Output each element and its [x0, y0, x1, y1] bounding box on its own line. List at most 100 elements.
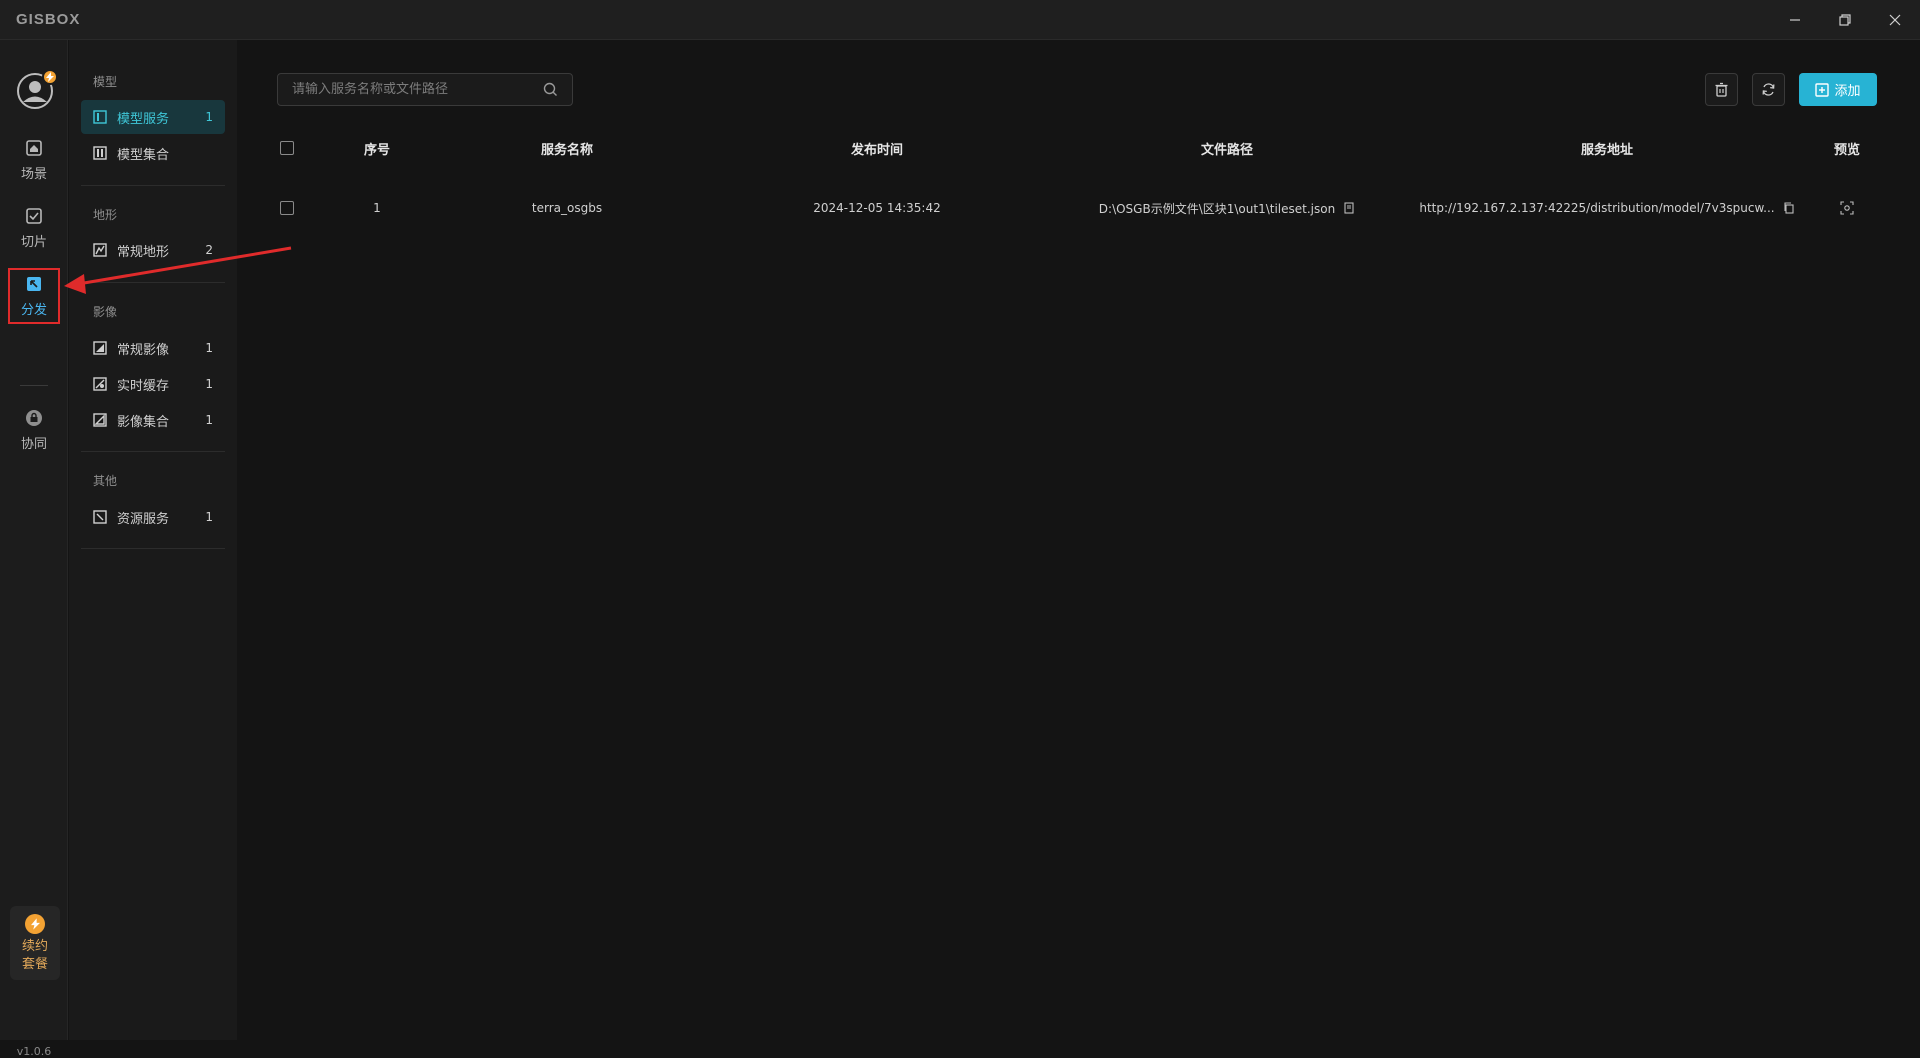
- close-button[interactable]: [1870, 0, 1920, 40]
- search-box: [277, 73, 573, 106]
- app-logo: GISBOX: [16, 11, 81, 28]
- section-title-imagery: 影像: [93, 305, 118, 319]
- restore-button[interactable]: [1820, 0, 1870, 40]
- select-all-checkbox[interactable]: [280, 141, 294, 155]
- table-row[interactable]: 1 terra_osgbs 2024-12-05 14:35:42 D:\OSG…: [277, 188, 1877, 228]
- bolt-icon: [25, 914, 45, 934]
- trash-icon: [1715, 82, 1728, 97]
- sidebar-item-model-collection[interactable]: 模型集合: [81, 136, 225, 170]
- file-path-text: D:\OSGB示例文件\区块1\out1\tileset.json: [1098, 201, 1336, 216]
- distribute-icon: [27, 276, 41, 291]
- refresh-icon: [1762, 83, 1775, 96]
- resource-icon: [93, 510, 107, 524]
- sidebar-item-label: 常规地形: [117, 244, 170, 260]
- preview-icon[interactable]: [1840, 201, 1854, 215]
- sidebar-item-count: 1: [205, 413, 213, 427]
- rail-item-label: 协同: [20, 436, 47, 452]
- sidebar-item-count: 1: [205, 377, 213, 391]
- window-controls: [1770, 0, 1920, 40]
- rail-item-scene[interactable]: 场景: [8, 132, 60, 188]
- cell-url: http://192.167.2.137:42225/distribution/…: [1417, 188, 1797, 228]
- cell-index: 1: [373, 201, 381, 215]
- sidebar-item-realtime-cache[interactable]: 实时缓存 1: [81, 367, 225, 401]
- section-title-model: 模型: [93, 75, 118, 89]
- gisbox-app: GISBOX 场景 切片 分发 协同 续约 套餐 v1.0.6 模型 模型服务 …: [0, 0, 1920, 1058]
- slice-icon: [26, 207, 42, 224]
- renew-label: 套餐: [21, 957, 48, 972]
- title-bar: GISBOX: [0, 0, 1920, 40]
- rail-item-label: 场景: [20, 166, 47, 182]
- copy-url-icon[interactable]: [1783, 202, 1795, 214]
- sidebar-item-resource-service[interactable]: 资源服务 1: [81, 500, 225, 534]
- close-icon: [1889, 14, 1901, 26]
- sidebar-divider: [81, 548, 225, 549]
- add-button-label: 添加: [1834, 84, 1861, 99]
- terrain-icon: [93, 243, 107, 257]
- rail-item-collab[interactable]: 协同: [8, 402, 60, 458]
- sidebar-item-label: 模型服务: [117, 111, 170, 127]
- refresh-button[interactable]: [1752, 73, 1785, 106]
- column-header-index[interactable]: 序号: [337, 128, 417, 168]
- sidebar-item-label: 资源服务: [117, 511, 170, 527]
- main-panel: 添加 序号 服务名称 发布时间 文件路径 服务地址 预览 1 terra_osg…: [237, 40, 1920, 1040]
- sidebar-divider: [81, 282, 225, 283]
- sidebar-item-model-service[interactable]: 模型服务 1: [81, 100, 225, 134]
- table-header: 序号 服务名称 发布时间 文件路径 服务地址 预览: [277, 128, 1877, 168]
- rail-item-slice[interactable]: 切片: [8, 200, 60, 256]
- sidebar-item-count: 1: [205, 110, 213, 124]
- section-title-other: 其他: [93, 474, 118, 488]
- sidebar-item-label: 实时缓存: [117, 378, 170, 394]
- renew-plan-button[interactable]: 续约 套餐: [10, 906, 60, 980]
- lock-icon: [26, 409, 42, 426]
- vip-badge: [42, 69, 58, 85]
- version-label: v1.0.6: [16, 1045, 52, 1058]
- cell-name: terra_osgbs: [531, 201, 603, 215]
- sidebar-item-imagery[interactable]: 常规影像 1: [81, 331, 225, 365]
- service-url-text: http://192.167.2.137:42225/distribution/…: [1419, 201, 1775, 215]
- sidebar-item-imagery-collection[interactable]: 影像集合 1: [81, 403, 225, 437]
- cell-time: 2024-12-05 14:35:42: [813, 201, 941, 215]
- row-select-cell: [277, 188, 297, 228]
- add-button[interactable]: 添加: [1799, 73, 1877, 106]
- column-header-time[interactable]: 发布时间: [797, 128, 957, 168]
- delete-button[interactable]: [1705, 73, 1738, 106]
- row-checkbox[interactable]: [280, 201, 294, 215]
- column-header-preview[interactable]: 预览: [1817, 128, 1877, 168]
- sidebar-item-label: 模型集合: [117, 147, 170, 163]
- column-header-name[interactable]: 服务名称: [497, 128, 637, 168]
- rail-item-label: 切片: [20, 234, 47, 250]
- cell-path: D:\OSGB示例文件\区块1\out1\tileset.json: [1057, 188, 1397, 228]
- add-icon: [1815, 82, 1830, 97]
- select-all-cell: [277, 128, 297, 168]
- sidebar-item-count: 1: [205, 510, 213, 524]
- imagery-icon: [93, 341, 107, 355]
- cache-icon: [93, 377, 107, 391]
- copy-path-icon[interactable]: [1343, 202, 1355, 214]
- search-input[interactable]: [292, 82, 543, 97]
- minimize-button[interactable]: [1770, 0, 1820, 40]
- home-icon: [26, 139, 42, 156]
- sidebar-item-label: 常规影像: [117, 342, 170, 358]
- model-icon: [93, 110, 107, 124]
- minimize-icon: [1790, 19, 1800, 21]
- section-title-terrain: 地形: [93, 208, 118, 222]
- rail-item-distribute[interactable]: 分发: [8, 268, 60, 324]
- rail-item-label: 分发: [20, 302, 47, 318]
- collection-icon: [93, 146, 107, 160]
- restore-icon: [1839, 14, 1851, 26]
- sidebar-item-count: 1: [205, 341, 213, 355]
- renew-label: 续约: [21, 939, 48, 954]
- sidebar-divider: [81, 451, 225, 452]
- sidebar-item-terrain[interactable]: 常规地形 2: [81, 233, 225, 267]
- cell-preview: [1817, 188, 1877, 228]
- imagery-collection-icon: [93, 413, 107, 427]
- search-icon[interactable]: [543, 82, 558, 97]
- column-header-path[interactable]: 文件路径: [1057, 128, 1397, 168]
- category-sidebar: 模型 模型服务 1 模型集合 地形 常规地形 2 影像 常规影像 1 实时缓存: [69, 40, 237, 1040]
- icon-rail: 场景 切片 分发 协同 续约 套餐 v1.0.6: [0, 40, 68, 1058]
- sidebar-item-count: 2: [205, 243, 213, 257]
- sidebar-item-label: 影像集合: [117, 414, 170, 430]
- rail-divider: [20, 385, 48, 386]
- sidebar-divider: [81, 185, 225, 186]
- column-header-url[interactable]: 服务地址: [1417, 128, 1797, 168]
